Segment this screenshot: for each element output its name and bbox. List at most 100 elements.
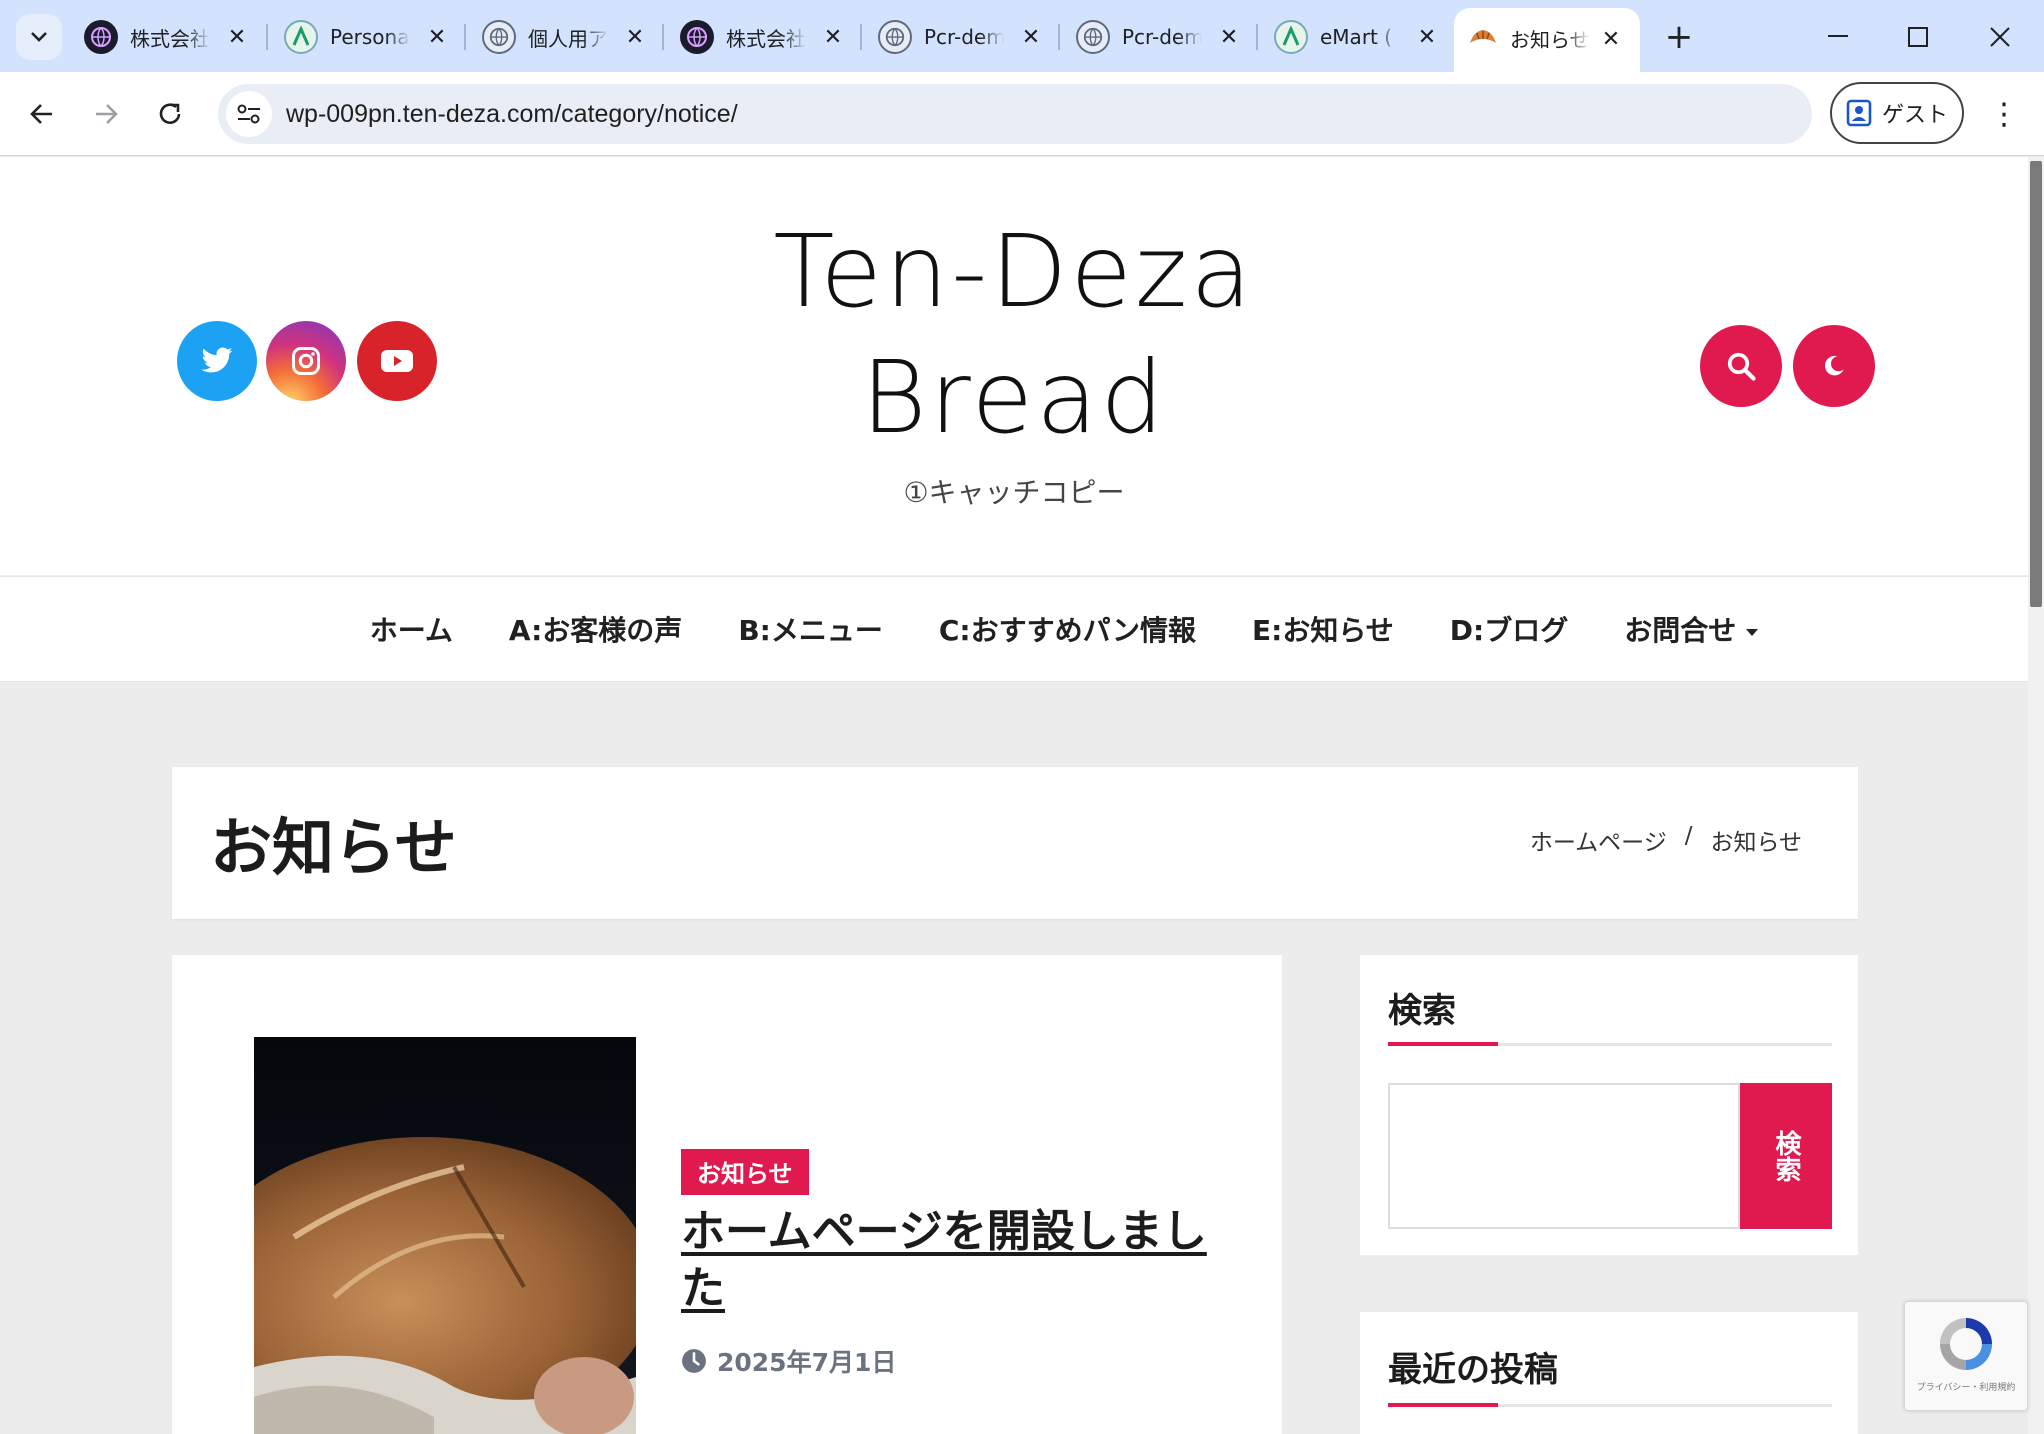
tab-3[interactable]: 個人用ア ✕ bbox=[468, 14, 664, 60]
page-title-card: お知らせ ホームページ / お知らせ bbox=[172, 767, 1858, 919]
browser-toolbar: wp-009pn.ten-deza.com/category/notice/ ゲ… bbox=[0, 72, 2044, 156]
recaptcha-privacy-text[interactable]: プライバシー・利用規約 bbox=[1917, 1380, 2016, 1393]
back-button[interactable] bbox=[18, 90, 66, 138]
maximize-icon bbox=[1908, 27, 1928, 47]
recent-posts-widget: 最近の投稿 bbox=[1360, 1312, 1858, 1434]
nav-item-contact[interactable]: お問合せ bbox=[1624, 609, 1759, 649]
site-info-icon[interactable] bbox=[226, 91, 272, 137]
chevron-down-icon bbox=[31, 32, 47, 42]
address-bar[interactable]: wp-009pn.ten-deza.com/category/notice/ bbox=[218, 84, 1812, 144]
arrow-left-icon bbox=[30, 104, 52, 124]
nav-item-home[interactable]: ホーム bbox=[370, 609, 453, 649]
bread-photo-icon bbox=[254, 1037, 636, 1434]
recent-posts-title: 最近の投稿 bbox=[1388, 1350, 1558, 1390]
close-window-button[interactable] bbox=[1970, 14, 2030, 60]
caret-down-icon bbox=[1746, 628, 1759, 636]
post-card: お知らせ ホームページを開設しました 2025年7月1日 bbox=[172, 955, 1282, 1434]
globe-icon bbox=[84, 20, 118, 54]
close-icon bbox=[1990, 27, 2010, 47]
tab-title: Pcr-demo bbox=[1122, 25, 1202, 49]
close-tab-icon[interactable]: ✕ bbox=[620, 22, 650, 52]
tab-8-active[interactable]: お知らせ ✕ bbox=[1454, 8, 1640, 72]
croissant-icon bbox=[1468, 23, 1498, 53]
clock-icon bbox=[682, 1349, 706, 1373]
search-submit-button[interactable]: 検索 bbox=[1740, 1083, 1832, 1229]
browser-menu-button[interactable]: ⋮ bbox=[1984, 90, 2024, 138]
tab-separator bbox=[1256, 24, 1258, 50]
minimize-button[interactable] bbox=[1808, 14, 1868, 60]
tab-search-button[interactable] bbox=[16, 14, 62, 60]
tab-4[interactable]: 株式会社 ✕ bbox=[666, 14, 862, 60]
post-date-text[interactable]: 2025年7月1日 bbox=[717, 1343, 896, 1379]
new-tab-button[interactable]: + bbox=[1656, 14, 1702, 60]
profile-guest-button[interactable]: ゲスト bbox=[1830, 82, 1964, 144]
widget-title-underline bbox=[1388, 1403, 1832, 1407]
close-tab-icon[interactable]: ✕ bbox=[1214, 22, 1244, 52]
tab-7[interactable]: eMart ( ✕ bbox=[1260, 14, 1456, 60]
search-widget: 検索 検索 bbox=[1360, 955, 1858, 1255]
post-thumbnail[interactable] bbox=[254, 1037, 636, 1434]
forward-button[interactable] bbox=[82, 90, 130, 138]
category-badge[interactable]: お知らせ bbox=[681, 1149, 809, 1195]
breadcrumb-current: お知らせ bbox=[1710, 830, 1802, 856]
green-a-icon bbox=[284, 20, 318, 54]
nav-item-notice[interactable]: E:お知らせ bbox=[1252, 609, 1394, 649]
underline-accent bbox=[1388, 1403, 1498, 1407]
tab-separator bbox=[266, 24, 268, 50]
scrollbar-thumb[interactable] bbox=[2030, 161, 2042, 607]
main-nav: ホーム A:お客様の声 B:メニュー C:おすすめパン情報 E:お知らせ D:ブ… bbox=[0, 576, 2028, 682]
site-tagline: ①キャッチコピー bbox=[903, 476, 1125, 509]
tab-6[interactable]: Pcr-demo ✕ bbox=[1062, 14, 1258, 60]
dark-mode-toggle[interactable] bbox=[1793, 325, 1875, 407]
nav-item-blog[interactable]: D:ブログ bbox=[1450, 609, 1568, 649]
page-viewport: Ten-Deza Bread ①キャッチコピー ホーム A:お客様の声 B:メニ… bbox=[0, 157, 2044, 1434]
tab-separator bbox=[860, 24, 862, 50]
site-title-line-1: Ten-Deza bbox=[773, 213, 1255, 330]
search-input[interactable] bbox=[1388, 1083, 1740, 1229]
globe-icon bbox=[482, 20, 516, 54]
globe-icon bbox=[1076, 20, 1110, 54]
search-widget-title: 検索 bbox=[1388, 991, 1456, 1031]
close-tab-icon[interactable]: ✕ bbox=[1016, 22, 1046, 52]
header-search-button[interactable] bbox=[1700, 325, 1782, 407]
breadcrumb-separator: / bbox=[1684, 823, 1693, 849]
reload-icon bbox=[159, 103, 181, 124]
breadcrumb: ホームページ / お知らせ bbox=[1530, 823, 1802, 857]
url-text[interactable]: wp-009pn.ten-deza.com/category/notice/ bbox=[286, 100, 738, 129]
nav-item-voice[interactable]: A:お客様の声 bbox=[509, 609, 682, 649]
minimize-icon bbox=[1828, 35, 1848, 37]
close-tab-icon[interactable]: ✕ bbox=[1596, 24, 1626, 54]
search-button-label: 検索 bbox=[1771, 1130, 1801, 1182]
tab-title: eMart ( bbox=[1320, 25, 1393, 49]
recaptcha-badge[interactable]: プライバシー・利用規約 bbox=[1904, 1301, 2028, 1411]
tab-2[interactable]: Personal ✕ bbox=[270, 14, 466, 60]
tab-title: Pcr-demo bbox=[924, 25, 1004, 49]
nav-item-contact-label: お問合せ bbox=[1624, 614, 1737, 647]
tab-title: Personal bbox=[330, 25, 410, 49]
page-title: お知らせ bbox=[210, 811, 457, 884]
close-tab-icon[interactable]: ✕ bbox=[422, 22, 452, 52]
tab-title: 株式会社 bbox=[726, 26, 806, 51]
tab-5[interactable]: Pcr-demo ✕ bbox=[864, 14, 1060, 60]
plus-icon: + bbox=[1664, 17, 1694, 57]
maximize-button[interactable] bbox=[1888, 14, 1948, 60]
close-tab-icon[interactable]: ✕ bbox=[818, 22, 848, 52]
tab-separator bbox=[1058, 24, 1060, 50]
close-tab-icon[interactable]: ✕ bbox=[222, 22, 252, 52]
profile-icon bbox=[1846, 99, 1872, 127]
nav-item-recommend[interactable]: C:おすすめパン情報 bbox=[939, 609, 1196, 649]
reload-button[interactable] bbox=[146, 90, 194, 138]
nav-item-menu[interactable]: B:メニュー bbox=[738, 609, 883, 649]
post-date: 2025年7月1日 bbox=[681, 1343, 896, 1379]
widget-title-underline bbox=[1388, 1042, 1832, 1046]
tab-title: お知らせ bbox=[1510, 27, 1590, 52]
underline-accent bbox=[1388, 1042, 1498, 1046]
tab-1[interactable]: 株式会社 ✕ bbox=[70, 14, 266, 60]
post-title-link[interactable]: ホームページを開設しました bbox=[681, 1203, 1221, 1317]
guest-label: ゲスト bbox=[1881, 103, 1948, 128]
breadcrumb-home-link[interactable]: ホームページ bbox=[1530, 823, 1667, 857]
tab-separator bbox=[464, 24, 466, 50]
arrow-right-icon bbox=[96, 104, 118, 124]
page-scrollbar[interactable] bbox=[2028, 157, 2044, 1434]
close-tab-icon[interactable]: ✕ bbox=[1412, 22, 1442, 52]
